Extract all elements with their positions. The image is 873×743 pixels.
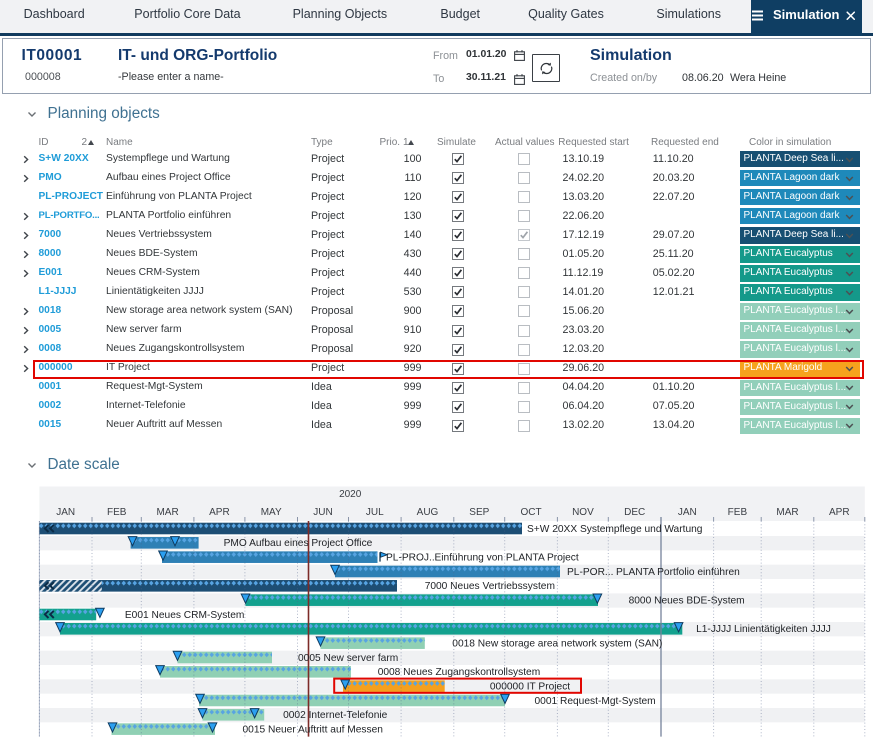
svg-text:MAY: MAY — [261, 507, 282, 518]
svg-text:PL-POR...: PL-POR... — [567, 567, 613, 578]
svg-text:000000 IT Project: 000000 IT Project — [490, 682, 570, 693]
svg-text:APR: APR — [209, 507, 230, 518]
svg-text:PL-PROJ...: PL-PROJ... — [386, 553, 438, 564]
svg-text:MAR: MAR — [156, 507, 178, 518]
svg-text:FEB: FEB — [107, 507, 127, 518]
svg-text:L1-JJJJ Linientätigkeiten JJJJ: L1-JJJJ Linientätigkeiten JJJJ — [696, 624, 831, 635]
svg-text:NOV: NOV — [572, 507, 594, 518]
svg-text:PMO Aufbau eines Project Offic: PMO Aufbau eines Project Office — [224, 538, 373, 549]
svg-text:S+W 20XX Systempflege und Wart: S+W 20XX Systempflege und Wartung — [527, 524, 703, 535]
svg-text:MAR: MAR — [776, 507, 798, 518]
svg-text:JAN: JAN — [678, 507, 697, 518]
svg-text:Einführung von PLANTA Project: Einführung von PLANTA Project — [435, 553, 579, 564]
svg-text:E001 Neues CRM-System: E001 Neues CRM-System — [125, 610, 244, 621]
svg-text:0001 Request-Mgt-System: 0001 Request-Mgt-System — [535, 696, 656, 707]
svg-text:7000 Neues Vertriebssystem: 7000 Neues Vertriebssystem — [425, 581, 555, 592]
svg-text:2020: 2020 — [339, 489, 362, 500]
svg-text:0015 Neuer Auftritt auf Messen: 0015 Neuer Auftritt auf Messen — [243, 725, 383, 736]
svg-text:0002 Internet-Telefonie: 0002 Internet-Telefonie — [283, 710, 388, 721]
svg-text:0018 New storage area network: 0018 New storage area network system (SA… — [452, 639, 662, 650]
svg-text:JAN: JAN — [56, 507, 75, 518]
svg-text:JUL: JUL — [366, 507, 384, 518]
svg-text:0005 New server farm: 0005 New server farm — [298, 653, 398, 664]
svg-text:APR: APR — [829, 507, 850, 518]
svg-text:FEB: FEB — [728, 507, 748, 518]
svg-text:DEC: DEC — [624, 507, 645, 518]
svg-text:0008 Neues Zugangskontrollsyst: 0008 Neues Zugangskontrollsystem — [378, 667, 541, 678]
svg-text:JUN: JUN — [313, 507, 332, 518]
svg-text:AUG: AUG — [417, 507, 439, 518]
svg-text:PLANTA Portfolio einführen: PLANTA Portfolio einführen — [616, 567, 740, 578]
svg-text:OCT: OCT — [521, 507, 542, 518]
svg-text:SEP: SEP — [469, 507, 489, 518]
svg-text:8000 Neues BDE-System: 8000 Neues BDE-System — [629, 596, 745, 607]
